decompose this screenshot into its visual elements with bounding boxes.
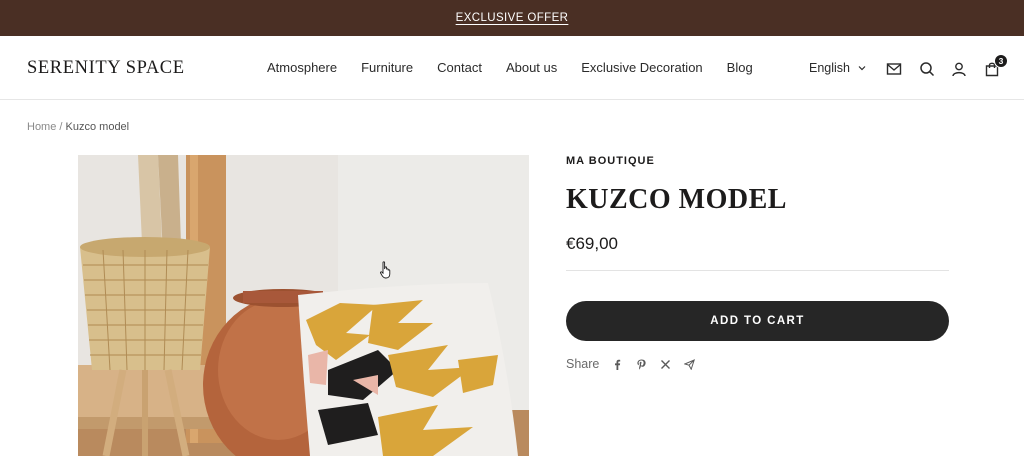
pinterest-icon[interactable] bbox=[635, 358, 647, 370]
chevron-down-icon bbox=[858, 66, 866, 71]
email-share-icon[interactable] bbox=[683, 358, 695, 370]
nav-atmosphere[interactable]: Atmosphere bbox=[267, 60, 337, 75]
site-logo[interactable]: SERENITY SPACE bbox=[27, 58, 185, 79]
nav-furniture[interactable]: Furniture bbox=[361, 60, 413, 75]
nav-exclusive-decoration[interactable]: Exclusive Decoration bbox=[581, 60, 702, 75]
cart-count-badge: 3 bbox=[994, 54, 1008, 68]
language-label: English bbox=[809, 61, 850, 75]
search-icon[interactable] bbox=[918, 60, 936, 78]
breadcrumb-separator: / bbox=[59, 121, 63, 133]
product-vendor[interactable]: MA BOUTIQUE bbox=[566, 155, 655, 167]
nav-about-us[interactable]: About us bbox=[506, 60, 557, 75]
nav-contact[interactable]: Contact bbox=[437, 60, 482, 75]
facebook-icon[interactable] bbox=[611, 358, 623, 370]
announcement-bar: EXCLUSIVE OFFER bbox=[0, 0, 1024, 36]
share-row: Share bbox=[566, 357, 707, 371]
x-icon[interactable] bbox=[659, 358, 671, 370]
breadcrumb: Home / Kuzco model bbox=[27, 121, 129, 133]
language-selector[interactable]: English bbox=[809, 61, 866, 75]
site-header: SERENITY SPACE Atmosphere Furniture Cont… bbox=[0, 36, 1024, 100]
add-to-cart-button[interactable]: ADD TO CART bbox=[566, 301, 949, 341]
main-nav: Atmosphere Furniture Contact About us Ex… bbox=[267, 60, 777, 75]
account-icon[interactable] bbox=[950, 60, 968, 78]
cart-icon[interactable]: 3 bbox=[983, 54, 1008, 78]
share-label: Share bbox=[566, 357, 600, 371]
exclusive-offer-link[interactable]: EXCLUSIVE OFFER bbox=[456, 12, 569, 24]
mail-icon[interactable] bbox=[885, 60, 903, 78]
breadcrumb-current: Kuzco model bbox=[65, 121, 130, 133]
nav-blog[interactable]: Blog bbox=[727, 60, 753, 75]
product-photo bbox=[78, 155, 529, 456]
divider bbox=[566, 270, 949, 271]
product-price: €69,00 bbox=[566, 234, 618, 253]
product-title: KUZCO MODEL bbox=[566, 184, 787, 215]
breadcrumb-home[interactable]: Home bbox=[27, 121, 56, 133]
hand-cursor-icon bbox=[380, 261, 391, 279]
product-image[interactable] bbox=[78, 155, 529, 456]
